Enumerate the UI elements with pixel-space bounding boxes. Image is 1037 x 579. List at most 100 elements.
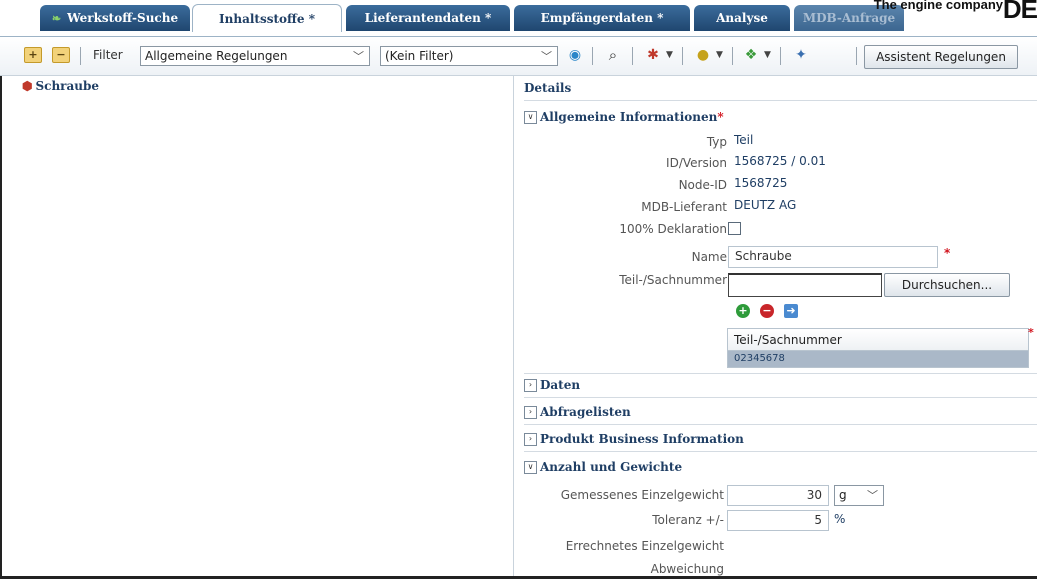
chevron-down-icon: ∨ — [524, 460, 537, 474]
details-pane: Details ∨ Allgemeine Informationen * Typ… — [514, 76, 1037, 579]
section-business-info-toggle[interactable]: › Produkt Business Information — [524, 430, 744, 448]
add-material-icon[interactable]: ● — [694, 47, 712, 63]
collapse-all-icon[interactable]: − — [52, 47, 70, 63]
chevron-right-icon: › — [524, 378, 537, 392]
chevron-down-icon: ﹀ — [541, 50, 552, 63]
name-label: Name — [691, 250, 727, 264]
dropdown-arrow-icon[interactable]: ▼ — [716, 50, 723, 60]
tab-label: Analyse — [716, 11, 768, 25]
add-substance-icon[interactable]: ❖ — [742, 47, 760, 63]
tree-item-label: Schraube — [35, 79, 100, 93]
view-icon[interactable]: ◉ — [566, 47, 584, 63]
toolbar-separator — [780, 47, 781, 65]
section-general-toggle[interactable]: ∨ Allgemeine Informationen * — [524, 108, 724, 126]
measured-weight-field[interactable]: 30 — [727, 485, 829, 506]
divider — [524, 397, 1037, 398]
forward-arrow-icon[interactable]: ➜ — [784, 304, 798, 318]
toolbar-separator — [856, 47, 857, 65]
section-daten-toggle[interactable]: › Daten — [524, 376, 580, 394]
chevron-down-icon: ﹀ — [867, 489, 878, 502]
expand-all-icon[interactable]: + — [24, 47, 42, 63]
tolerance-field[interactable]: 5 — [727, 510, 829, 531]
part-number-label: Teil-/Sachnummer — [619, 273, 727, 287]
typ-label: Typ — [706, 135, 727, 149]
filter-select[interactable]: Allgemeine Regelungen ﹀ — [140, 46, 370, 66]
typ-value: Teil — [734, 133, 754, 147]
tab-label: MDB-Anfrage — [802, 11, 896, 25]
dropdown-arrow-icon[interactable]: ▼ — [666, 50, 673, 60]
remove-icon[interactable]: − — [760, 304, 774, 318]
required-marker: * — [717, 110, 724, 124]
divider — [524, 100, 1037, 101]
assistant-rules-button[interactable]: Assistent Regelungen — [864, 45, 1018, 69]
tree-leaf-icon: ❧ — [51, 11, 62, 25]
brand-logo: DE — [1002, 0, 1037, 24]
part-number-table: Teil-/Sachnummer 02345678 — [727, 328, 1029, 368]
section-business-info-title: Produkt Business Information — [540, 432, 744, 446]
toolbar-separator — [632, 47, 633, 65]
section-general-title: Allgemeine Informationen — [540, 110, 718, 124]
unit-select-value: g — [839, 488, 847, 502]
tab-inhaltsstoffe[interactable]: Inhaltsstoffe * — [192, 4, 342, 32]
toolbar-separator — [682, 47, 683, 65]
part-number-table-header: Teil-/Sachnummer — [728, 329, 1028, 351]
tab-label: Empfängerdaten * — [540, 11, 664, 25]
wizard-icon[interactable]: ✦ — [792, 47, 810, 63]
tab-label: Lieferantendaten * — [364, 11, 492, 25]
section-abfragelisten-toggle[interactable]: › Abfragelisten — [524, 403, 631, 421]
tab-label: Werkstoff-Suche — [67, 11, 179, 25]
section-weights-toggle[interactable]: ∨ Anzahl und Gewichte — [524, 458, 682, 476]
tree-item-schraube[interactable]: ⬢ Schraube — [22, 79, 99, 93]
supplier-label: MDB-Lieferant — [641, 200, 727, 214]
required-marker: * — [1028, 326, 1034, 339]
toolbar: + − Filter Allgemeine Regelungen ﹀ (Kein… — [0, 37, 1037, 76]
tab-empfaengerdaten[interactable]: Empfängerdaten * — [514, 5, 690, 31]
filter2-select[interactable]: (Kein Filter) ﹀ — [380, 46, 558, 66]
tolerance-unit: % — [834, 512, 846, 526]
tab-lieferantendaten[interactable]: Lieferantendaten * — [346, 5, 510, 31]
part-number-file-field[interactable] — [728, 273, 882, 297]
add-icon[interactable]: + — [736, 304, 750, 318]
node-id-label: Node-ID — [678, 178, 727, 192]
browse-button[interactable]: Durchsuchen... — [884, 273, 1010, 297]
toolbar-separator — [80, 47, 81, 65]
deviation-label: Abweichung — [650, 562, 724, 576]
id-version-value: 1568725 / 0.01 — [734, 154, 826, 168]
calculated-weight-label: Errechnetes Einzelgewicht — [565, 539, 724, 553]
supplier-value: DEUTZ AG — [734, 198, 797, 212]
required-marker: * — [944, 246, 951, 260]
chevron-down-icon: ﹀ — [353, 50, 364, 63]
filter-label: Filter — [93, 48, 123, 62]
tab-analyse[interactable]: Analyse — [694, 5, 790, 31]
table-row[interactable]: 02345678 — [728, 351, 1028, 367]
details-title: Details — [524, 81, 572, 95]
unit-select[interactable]: g ﹀ — [834, 485, 884, 506]
id-version-label: ID/Version — [666, 156, 727, 170]
search-icon[interactable]: ⌕ — [604, 46, 622, 64]
section-abfragelisten-title: Abfragelisten — [540, 405, 631, 419]
divider — [524, 451, 1037, 452]
section-weights-title: Anzahl und Gewichte — [540, 460, 683, 474]
tab-bar: ❧ Werkstoff-Suche Inhaltsstoffe * Liefer… — [0, 0, 1037, 37]
add-part-icon[interactable]: ✱ — [644, 47, 662, 63]
window-edge — [0, 76, 2, 579]
section-daten-title: Daten — [540, 378, 581, 392]
divider — [524, 373, 1037, 374]
tab-label: Inhaltsstoffe * — [219, 11, 315, 26]
dropdown-arrow-icon[interactable]: ▼ — [764, 50, 771, 60]
node-id-value: 1568725 — [734, 176, 788, 190]
chevron-down-icon: ∨ — [524, 110, 537, 124]
filter2-select-value: (Kein Filter) — [385, 49, 454, 63]
toolbar-separator — [592, 47, 593, 65]
declaration-checkbox[interactable] — [728, 222, 741, 235]
toolbar-separator — [732, 47, 733, 65]
chevron-right-icon: › — [524, 432, 537, 446]
declaration-label: 100% Deklaration — [619, 222, 727, 236]
measured-weight-label: Gemessenes Einzelgewicht — [560, 488, 724, 502]
tolerance-label: Toleranz +/- — [652, 513, 724, 527]
name-field[interactable]: Schraube — [728, 246, 938, 268]
part-icon: ⬢ — [22, 79, 33, 93]
tab-werkstoff-suche[interactable]: ❧ Werkstoff-Suche — [40, 5, 190, 31]
divider — [524, 424, 1037, 425]
chevron-right-icon: › — [524, 405, 537, 419]
